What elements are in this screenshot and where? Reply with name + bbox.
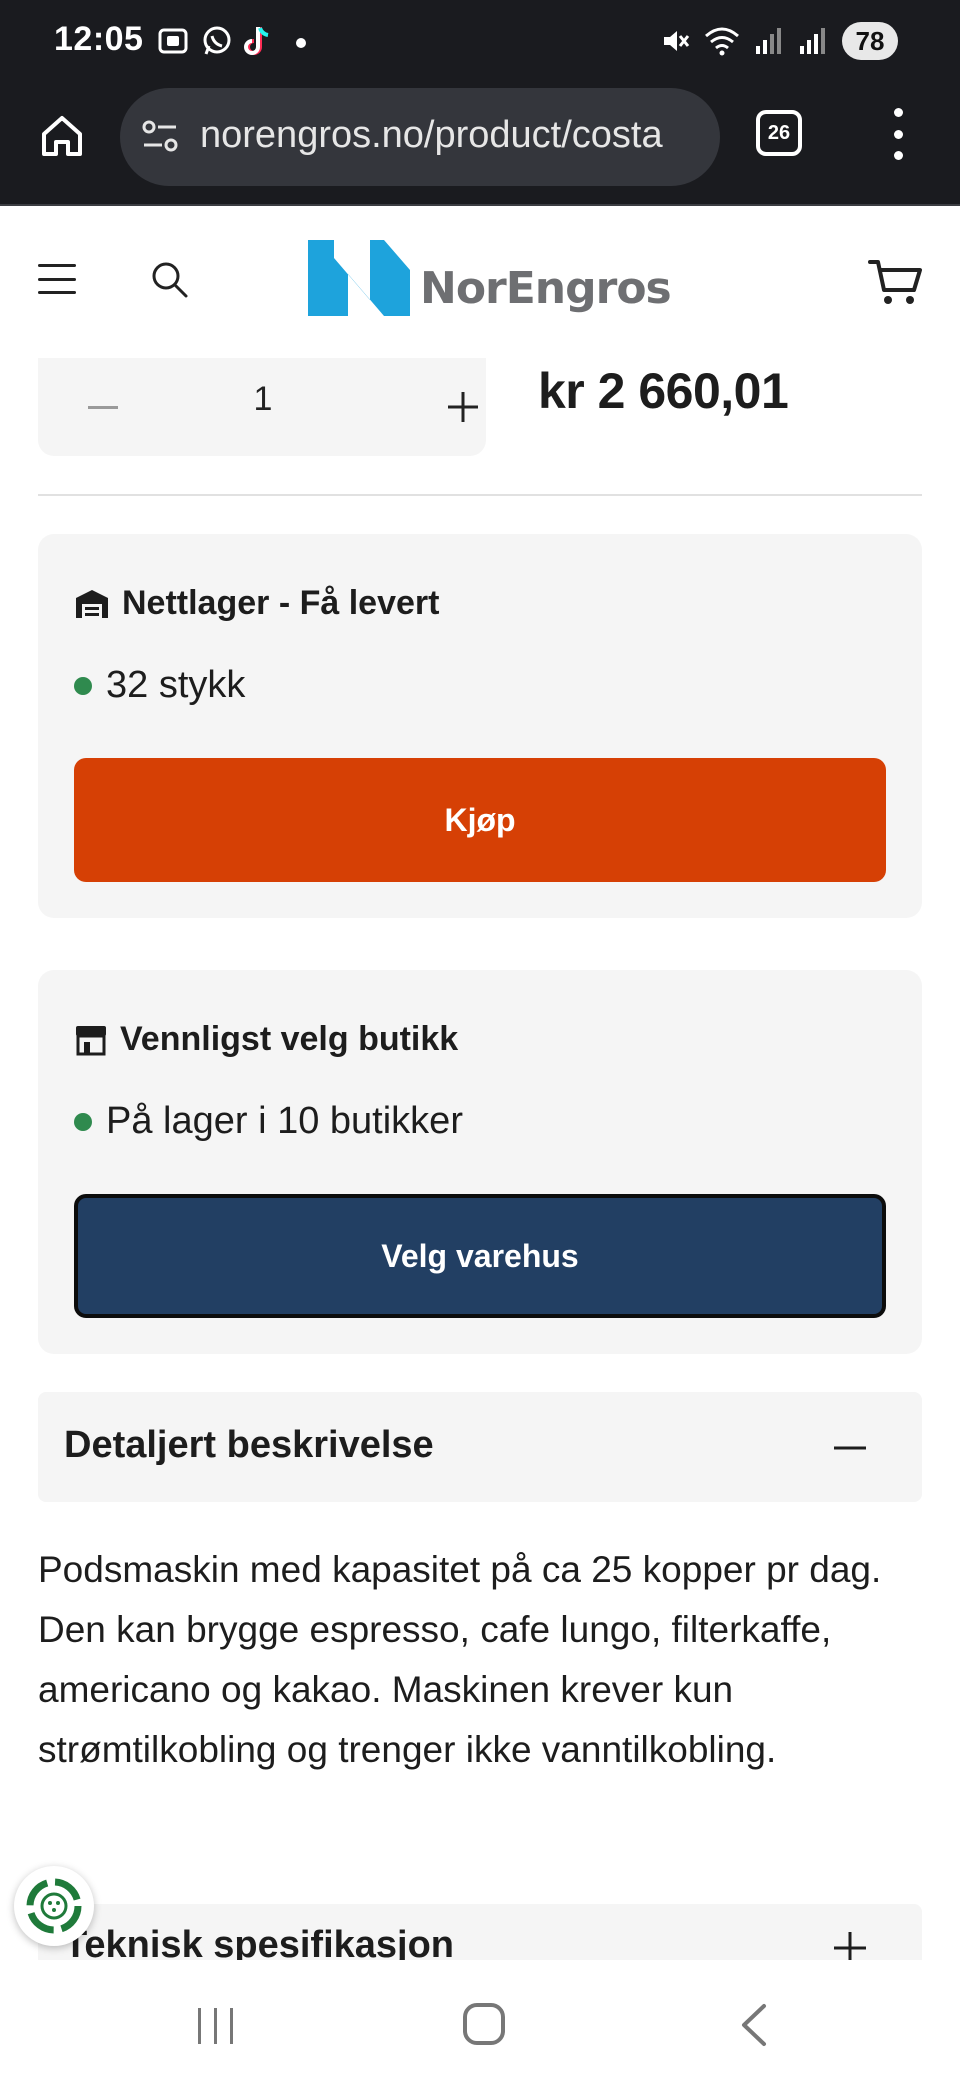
search-icon[interactable] (150, 260, 190, 300)
recent-apps-icon[interactable] (196, 2008, 236, 2044)
hamburger-line (38, 264, 76, 267)
status-bar: 12:05 78 (0, 0, 960, 84)
url-text[interactable]: norengros.no/product/costa (200, 114, 720, 157)
tiktok-icon (244, 27, 269, 55)
store-stock-title: Vennligst velg butikk (120, 1020, 459, 1058)
store-stock-card: Vennligst velg butikk På lager i 10 buti… (38, 970, 922, 1354)
cart-icon[interactable] (868, 258, 924, 308)
quantity-input[interactable]: 1 (238, 380, 288, 419)
hamburger-menu-button[interactable] (38, 264, 76, 294)
collapse-icon[interactable] (832, 1430, 868, 1466)
online-stock-header: Nettlager - Få levert (74, 584, 439, 623)
hamburger-line (38, 291, 76, 294)
site-logo[interactable]: NorEngros (308, 240, 672, 316)
details-accordion-title: Detaljert beskrivelse (64, 1424, 434, 1466)
browser-menu-button[interactable] (884, 108, 912, 160)
notification-dot (296, 38, 306, 48)
expand-icon[interactable] (832, 1930, 868, 1960)
site-settings-icon[interactable] (140, 118, 180, 154)
decrease-quantity-button[interactable] (78, 388, 128, 428)
status-time: 12:05 (54, 20, 144, 58)
mute-icon (664, 31, 690, 51)
site-header: NorEngros (0, 208, 960, 358)
tab-switcher-button[interactable]: 26 (756, 110, 802, 156)
address-bar[interactable]: norengros.no/product/costa (120, 88, 720, 186)
recycle-icon (26, 1878, 82, 1934)
select-warehouse-button[interactable]: Velg varehus (74, 1194, 886, 1318)
logo-text: NorEngros (420, 263, 672, 314)
signal-icon-2 (800, 28, 825, 54)
plus-icon (448, 392, 478, 422)
notification-icons (156, 24, 274, 58)
battery-indicator: 78 (842, 22, 898, 60)
warehouse-icon (76, 589, 108, 618)
whatsapp-icon (203, 26, 231, 55)
menu-dot (893, 129, 903, 139)
store-icon (76, 1025, 106, 1055)
back-icon[interactable] (738, 2002, 768, 2048)
hamburger-line (38, 277, 76, 281)
menu-dot (893, 151, 903, 160)
tech-spec-accordion-title: Teknisk spesifikasjon (64, 1924, 455, 1960)
details-accordion-header[interactable]: Detaljert beskrivelse (38, 1392, 922, 1502)
online-stock-card: Nettlager - Få levert 32 stykk Kjøp (38, 534, 922, 918)
in-stock-dot (74, 1112, 92, 1131)
browser-toolbar: norengros.no/product/costa 26 (0, 84, 960, 206)
logo-mark-icon (308, 240, 410, 316)
quantity-stepper: 1 (38, 358, 486, 456)
online-stock-count: 32 stykk (106, 664, 246, 706)
product-price: kr 2 660,01 (538, 363, 789, 419)
system-icons: 78 (660, 22, 898, 60)
wifi-icon (705, 27, 739, 56)
store-stock-status: På lager i 10 butikker (74, 1100, 463, 1143)
menu-dot (893, 108, 903, 117)
home-icon (42, 116, 82, 156)
system-navigation-bar (0, 1960, 960, 2080)
home-button[interactable] (36, 110, 88, 162)
in-stock-dot (74, 676, 92, 695)
online-stock-status: 32 stykk (74, 664, 245, 707)
tech-spec-accordion-bg: Teknisk spesifikasjon (38, 1904, 922, 1960)
product-description: Podsmaskin med kapasitet på ca 25 kopper… (38, 1549, 882, 1770)
buy-button[interactable]: Kjøp (74, 758, 886, 882)
minus-icon (88, 406, 118, 409)
store-stock-count: På lager i 10 butikker (106, 1100, 463, 1142)
online-stock-title: Nettlager - Få levert (122, 584, 440, 622)
increase-quantity-button[interactable] (438, 382, 488, 432)
tech-spec-accordion-header[interactable]: Teknisk spesifikasjon (38, 1904, 922, 1960)
home-nav-icon[interactable] (462, 2002, 506, 2046)
store-stock-header: Vennligst velg butikk (74, 1020, 458, 1059)
eco-badge[interactable] (14, 1866, 94, 1946)
divider (38, 494, 922, 496)
screenshot-icon (158, 28, 188, 54)
signal-icon (756, 28, 781, 54)
